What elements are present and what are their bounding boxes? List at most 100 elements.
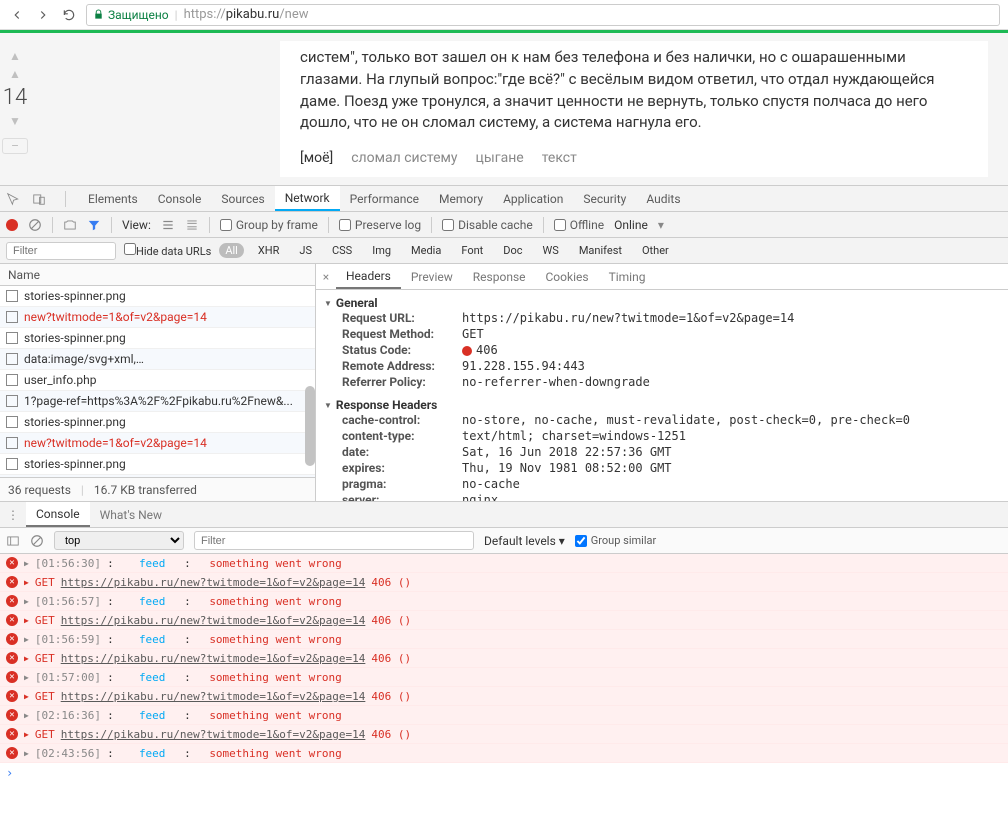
tab-cookies[interactable]: Cookies bbox=[536, 264, 599, 289]
error-icon: ✕ bbox=[6, 595, 18, 607]
tab-timing[interactable]: Timing bbox=[599, 264, 656, 289]
console-line[interactable]: ✕▶[01:56:59]: feed : something went wron… bbox=[0, 630, 1008, 649]
tab-application[interactable]: Application bbox=[493, 186, 573, 211]
url-bar[interactable]: Защищено | https://pikabu.ru/new bbox=[86, 4, 1000, 26]
network-row[interactable]: new?twitmode=1&of=v2&page=14 bbox=[0, 307, 315, 328]
tag[interactable]: сломал систему bbox=[351, 148, 457, 168]
type-manifest[interactable]: Manifest bbox=[573, 243, 628, 258]
network-row[interactable]: stories-spinner.png bbox=[0, 412, 315, 433]
disable-cache-checkbox[interactable]: Disable cache bbox=[442, 218, 533, 232]
network-list[interactable]: stories-spinner.pngnew?twitmode=1&of=v2&… bbox=[0, 286, 315, 477]
forward-button[interactable] bbox=[34, 6, 52, 24]
tag-main[interactable]: [моё] bbox=[300, 148, 333, 168]
console-line[interactable]: ✕▶[02:43:56]: feed : something went wron… bbox=[0, 744, 1008, 763]
general-section[interactable]: General bbox=[324, 296, 1000, 310]
drawer-tab-console[interactable]: Console bbox=[26, 502, 90, 527]
network-row[interactable]: new?twitmode=1&of=v2&page=14 bbox=[0, 433, 315, 454]
type-other[interactable]: Other bbox=[636, 243, 675, 258]
camera-icon[interactable] bbox=[63, 218, 77, 232]
upvote-icon[interactable]: ▲ bbox=[9, 67, 21, 81]
type-media[interactable]: Media bbox=[405, 243, 447, 258]
group-by-frame-checkbox[interactable]: Group by frame bbox=[220, 218, 318, 232]
type-doc[interactable]: Doc bbox=[497, 243, 528, 258]
offline-checkbox[interactable]: Offline bbox=[554, 218, 604, 232]
network-row[interactable]: stories-spinner.png bbox=[0, 454, 315, 475]
tag[interactable]: цыгане bbox=[476, 148, 524, 168]
network-row[interactable]: data:image/svg+xml,… bbox=[0, 349, 315, 370]
chevron-up-icon[interactable]: ▲ bbox=[9, 49, 21, 63]
tab-memory[interactable]: Memory bbox=[429, 186, 493, 211]
hide-data-urls-checkbox[interactable]: Hide data URLs bbox=[124, 243, 211, 258]
drawer-menu-icon[interactable]: ⋮ bbox=[0, 508, 26, 522]
type-css[interactable]: CSS bbox=[326, 243, 358, 258]
response-headers-section[interactable]: Response Headers bbox=[324, 398, 1000, 412]
network-row[interactable]: stories-spinner.png bbox=[0, 328, 315, 349]
console-line[interactable]: ✕▶GET https://pikabu.ru/new?twitmode=1&o… bbox=[0, 611, 1008, 630]
name-column-header[interactable]: Name bbox=[0, 264, 315, 286]
group-similar-checkbox[interactable]: Group similar bbox=[575, 534, 656, 547]
clear-console-icon[interactable] bbox=[30, 534, 44, 548]
console-filter-input[interactable] bbox=[194, 531, 474, 550]
reload-button[interactable] bbox=[60, 6, 78, 24]
tab-console[interactable]: Console bbox=[148, 186, 212, 211]
console-line[interactable]: ✕▶GET https://pikabu.ru/new?twitmode=1&o… bbox=[0, 725, 1008, 744]
tab-preview[interactable]: Preview bbox=[401, 264, 463, 289]
type-ws[interactable]: WS bbox=[537, 243, 565, 258]
tab-audits[interactable]: Audits bbox=[636, 186, 690, 211]
console-prompt[interactable]: › bbox=[0, 763, 1008, 783]
error-icon: ✕ bbox=[6, 747, 18, 759]
record-icon[interactable] bbox=[6, 219, 18, 231]
type-xhr[interactable]: XHR bbox=[252, 243, 286, 258]
inspect-icon[interactable] bbox=[0, 192, 26, 206]
type-img[interactable]: Img bbox=[366, 243, 397, 258]
drawer-tab-whatsnew[interactable]: What's New bbox=[90, 502, 172, 527]
network-status-bar: 36 requests | 16.7 KB transferred bbox=[0, 477, 315, 501]
downvote-icon[interactable]: ▼ bbox=[9, 114, 21, 128]
tab-response[interactable]: Response bbox=[463, 264, 536, 289]
file-icon bbox=[6, 395, 18, 407]
tab-security[interactable]: Security bbox=[573, 186, 636, 211]
console-line[interactable]: ✕▶[02:16:36]: feed : something went wron… bbox=[0, 706, 1008, 725]
network-row[interactable]: user_info.php bbox=[0, 370, 315, 391]
network-row[interactable]: 1?page-ref=https%3A%2F%2Fpikabu.ru%2Fnew… bbox=[0, 391, 315, 412]
lock-icon bbox=[93, 9, 104, 20]
tab-performance[interactable]: Performance bbox=[340, 186, 429, 211]
console-toolbar: top Default levels ▾ Group similar bbox=[0, 528, 1008, 554]
preserve-log-checkbox[interactable]: Preserve log bbox=[339, 218, 421, 232]
secure-indicator: Защищено bbox=[93, 8, 169, 22]
error-icon: ✕ bbox=[6, 709, 18, 721]
clear-icon[interactable] bbox=[28, 218, 42, 232]
tab-headers[interactable]: Headers bbox=[336, 264, 401, 289]
view-list-icon[interactable] bbox=[161, 218, 175, 232]
levels-select[interactable]: Default levels ▾ bbox=[484, 534, 565, 548]
network-row[interactable]: data:image/svg+xml,… bbox=[0, 475, 315, 477]
tab-network[interactable]: Network bbox=[275, 186, 340, 211]
type-all[interactable]: All bbox=[219, 243, 244, 258]
filter-input[interactable] bbox=[6, 242, 116, 260]
type-font[interactable]: Font bbox=[455, 243, 489, 258]
console-sidebar-icon[interactable] bbox=[6, 534, 20, 548]
filter-icon[interactable] bbox=[87, 218, 101, 232]
back-button[interactable] bbox=[8, 6, 26, 24]
close-icon[interactable]: × bbox=[316, 270, 336, 284]
device-toggle-icon[interactable] bbox=[26, 192, 52, 206]
error-icon: ✕ bbox=[6, 633, 18, 645]
type-js[interactable]: JS bbox=[293, 243, 318, 258]
tab-elements[interactable]: Elements bbox=[78, 186, 148, 211]
tab-sources[interactable]: Sources bbox=[211, 186, 274, 211]
view-large-icon[interactable] bbox=[185, 218, 199, 232]
scrollbar[interactable] bbox=[305, 386, 315, 466]
console-line[interactable]: ✕▶GET https://pikabu.ru/new?twitmode=1&o… bbox=[0, 687, 1008, 706]
console-line[interactable]: ✕▶[01:56:30]: feed : something went wron… bbox=[0, 554, 1008, 573]
status-dot-icon bbox=[462, 346, 472, 356]
minus-button[interactable]: – bbox=[2, 138, 28, 154]
console-line[interactable]: ✕▶[01:56:57]: feed : something went wron… bbox=[0, 592, 1008, 611]
console-line[interactable]: ✕▶GET https://pikabu.ru/new?twitmode=1&o… bbox=[0, 573, 1008, 592]
console-line[interactable]: ✕▶[01:57:00]: feed : something went wron… bbox=[0, 668, 1008, 687]
tag[interactable]: текст bbox=[542, 148, 577, 168]
network-row[interactable]: stories-spinner.png bbox=[0, 286, 315, 307]
context-select[interactable]: top bbox=[54, 531, 184, 550]
console-line[interactable]: ✕▶GET https://pikabu.ru/new?twitmode=1&o… bbox=[0, 649, 1008, 668]
online-select[interactable]: Online bbox=[614, 218, 648, 232]
console-output[interactable]: ✕▶[01:56:30]: feed : something went wron… bbox=[0, 554, 1008, 763]
